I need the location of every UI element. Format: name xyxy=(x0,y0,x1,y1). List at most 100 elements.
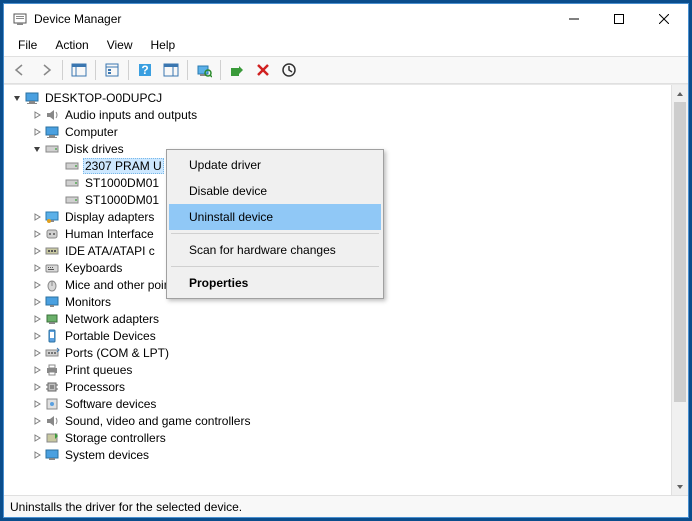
expander-icon[interactable] xyxy=(30,363,44,377)
system-icon xyxy=(44,447,60,463)
device-tree[interactable]: DESKTOP-O0DUPCJ Audio inputs and outputs C… xyxy=(4,85,671,495)
menubar: File Action View Help xyxy=(4,34,688,56)
expander-icon[interactable] xyxy=(30,227,44,241)
update-driver-button[interactable] xyxy=(225,58,249,82)
context-menu-separator xyxy=(171,233,379,234)
audio-icon xyxy=(44,413,60,429)
help-button[interactable]: ? xyxy=(133,58,157,82)
disable-button[interactable] xyxy=(277,58,301,82)
tree-node[interactable]: Portable Devices xyxy=(6,327,669,344)
software-icon xyxy=(44,396,60,412)
expander-icon[interactable] xyxy=(50,176,64,190)
expander-icon[interactable] xyxy=(30,261,44,275)
context-menu-item[interactable]: Scan for hardware changes xyxy=(169,237,381,263)
tree-node-label: Display adapters xyxy=(63,210,156,224)
tree-node-label: DESKTOP-O0DUPCJ xyxy=(43,91,164,105)
tree-node-label: Portable Devices xyxy=(63,329,158,343)
expander-icon[interactable] xyxy=(10,91,24,105)
properties-button[interactable] xyxy=(100,58,124,82)
tree-node[interactable]: Storage controllers xyxy=(6,429,669,446)
show-hide-tree-button[interactable] xyxy=(67,58,91,82)
tree-node[interactable]: Sound, video and game controllers xyxy=(6,412,669,429)
tree-node-label: Ports (COM & LPT) xyxy=(63,346,171,360)
tree-node[interactable]: Ports (COM & LPT) xyxy=(6,344,669,361)
tree-node-label: Software devices xyxy=(63,397,158,411)
window-title: Device Manager xyxy=(34,12,551,26)
tree-node[interactable]: Print queues xyxy=(6,361,669,378)
tree-node-label: Storage controllers xyxy=(63,431,168,445)
monitor-icon xyxy=(44,294,60,310)
maximize-button[interactable] xyxy=(596,5,641,33)
tree-node-label: Network adapters xyxy=(63,312,161,326)
tree-node[interactable]: Audio inputs and outputs xyxy=(6,106,669,123)
scroll-up-arrow[interactable] xyxy=(672,85,688,102)
expander-icon[interactable] xyxy=(30,108,44,122)
tree-node[interactable]: Computer xyxy=(6,123,669,140)
tree-node-label: Monitors xyxy=(63,295,113,309)
tree-node-label: Processors xyxy=(63,380,127,394)
tree-node[interactable]: Network adapters xyxy=(6,310,669,327)
context-menu-item[interactable]: Disable device xyxy=(169,178,381,204)
tree-root[interactable]: DESKTOP-O0DUPCJ xyxy=(6,89,669,106)
uninstall-button[interactable] xyxy=(251,58,275,82)
menu-view[interactable]: View xyxy=(99,36,141,54)
titlebar[interactable]: Device Manager xyxy=(4,4,688,34)
expander-icon[interactable] xyxy=(30,397,44,411)
scroll-down-arrow[interactable] xyxy=(672,478,688,495)
menu-help[interactable]: Help xyxy=(143,36,184,54)
mouse-icon xyxy=(44,277,60,293)
expander-icon[interactable] xyxy=(30,295,44,309)
tree-node-label: Print queues xyxy=(63,363,134,377)
tree-node-label: ST1000DM01 xyxy=(83,176,161,190)
tree-node-label: System devices xyxy=(63,448,151,462)
disk-icon xyxy=(64,158,80,174)
expander-icon[interactable] xyxy=(30,142,44,156)
tree-node[interactable]: System devices xyxy=(6,446,669,463)
tree-node[interactable]: Processors xyxy=(6,378,669,395)
scroll-thumb[interactable] xyxy=(674,102,686,402)
expander-icon[interactable] xyxy=(30,431,44,445)
expander-icon[interactable] xyxy=(50,159,64,173)
tree-node-label: Computer xyxy=(63,125,120,139)
content-area: DESKTOP-O0DUPCJ Audio inputs and outputs C… xyxy=(4,84,688,495)
close-button[interactable] xyxy=(641,5,686,33)
scroll-track[interactable] xyxy=(672,402,688,478)
context-menu-item[interactable]: Update driver xyxy=(169,152,381,178)
context-menu-item[interactable]: Uninstall device xyxy=(169,204,381,230)
tree-node[interactable]: Software devices xyxy=(6,395,669,412)
expander-icon[interactable] xyxy=(30,448,44,462)
forward-button[interactable] xyxy=(34,58,58,82)
display-icon xyxy=(44,209,60,225)
tree-node-label: Sound, video and game controllers xyxy=(63,414,252,428)
expander-icon[interactable] xyxy=(30,210,44,224)
tree-node-label: Disk drives xyxy=(63,142,126,156)
tree-node-label: ST1000DM01 xyxy=(83,193,161,207)
action-pane-button[interactable] xyxy=(159,58,183,82)
expander-icon[interactable] xyxy=(50,193,64,207)
tree-node-label: IDE ATA/ATAPI c xyxy=(63,244,157,258)
portable-icon xyxy=(44,328,60,344)
back-button[interactable] xyxy=(8,58,32,82)
menu-file[interactable]: File xyxy=(10,36,45,54)
expander-icon[interactable] xyxy=(30,312,44,326)
statusbar: Uninstalls the driver for the selected d… xyxy=(4,495,688,517)
svg-text:?: ? xyxy=(141,63,148,77)
expander-icon[interactable] xyxy=(30,329,44,343)
tree-node-label: 2307 PRAM U xyxy=(83,158,164,174)
vertical-scrollbar[interactable] xyxy=(671,85,688,495)
tree-node-label: Audio inputs and outputs xyxy=(63,108,199,122)
expander-icon[interactable] xyxy=(30,414,44,428)
expander-icon[interactable] xyxy=(30,125,44,139)
toolbar: ? xyxy=(4,56,688,84)
menu-action[interactable]: Action xyxy=(47,36,96,54)
context-menu-item[interactable]: Properties xyxy=(169,270,381,296)
expander-icon[interactable] xyxy=(30,380,44,394)
cpu-icon xyxy=(44,379,60,395)
context-menu: Update driverDisable deviceUninstall dev… xyxy=(166,149,384,299)
expander-icon[interactable] xyxy=(30,278,44,292)
computer-icon xyxy=(24,90,40,106)
expander-icon[interactable] xyxy=(30,346,44,360)
expander-icon[interactable] xyxy=(30,244,44,258)
minimize-button[interactable] xyxy=(551,5,596,33)
scan-hardware-button[interactable] xyxy=(192,58,216,82)
